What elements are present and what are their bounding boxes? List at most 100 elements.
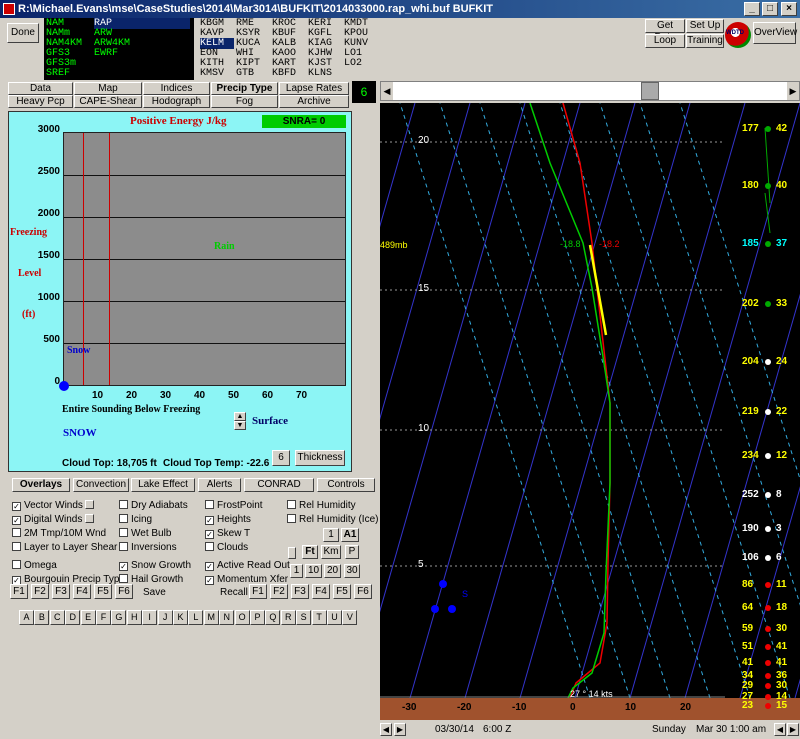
slider-left-arrow[interactable]: ◀ [381, 82, 393, 100]
tab-data[interactable]: Data [8, 82, 73, 95]
level-button-10[interactable]: 10 [305, 564, 322, 578]
checkbox-digital-winds[interactable]: ✓ Digital Winds [12, 514, 82, 525]
digital-winds-option[interactable] [85, 514, 94, 523]
level-button-20[interactable]: 20 [324, 564, 341, 578]
checkbox-box[interactable] [205, 500, 214, 509]
checkbox-box[interactable]: ✓ [12, 516, 21, 525]
letter-q-button[interactable]: Q [265, 610, 281, 625]
letter-r-button[interactable]: R [280, 610, 296, 625]
letter-c-button[interactable]: C [49, 610, 65, 625]
letter-e-button[interactable]: E [80, 610, 96, 625]
checkbox-box[interactable]: ✓ [12, 502, 21, 511]
tab-controls[interactable]: Controls [317, 478, 375, 492]
recall-f3-button[interactable]: F3 [291, 584, 309, 599]
checkbox-dry-adiabats[interactable]: Dry Adiabats [119, 500, 188, 511]
save-f3-button[interactable]: F3 [52, 584, 70, 599]
letter-v-button[interactable]: V [342, 610, 358, 625]
scroll-left-icon[interactable]: ◀ [380, 723, 392, 736]
tab-alerts[interactable]: Alerts [198, 478, 241, 492]
letter-h-button[interactable]: H [126, 610, 142, 625]
pressure-button[interactable]: P [345, 545, 359, 559]
vector-winds-option[interactable] [85, 500, 94, 509]
checkbox-omega[interactable]: Omega [12, 560, 57, 571]
checkbox-box[interactable] [119, 542, 128, 551]
checkbox-wet-bulb[interactable]: Wet Bulb [119, 528, 171, 539]
level-one-button[interactable]: 1 [323, 528, 339, 542]
checkbox-box[interactable] [205, 542, 214, 551]
down-arrow-icon[interactable]: ▼ [234, 421, 246, 430]
scroll-right-icon[interactable]: ▶ [394, 723, 406, 736]
scroll-right-icon[interactable]: ▶ [787, 723, 799, 736]
checkbox-clouds[interactable]: Clouds [205, 542, 248, 553]
checkbox-box[interactable] [119, 500, 128, 509]
maximize-button[interactable]: □ [762, 2, 778, 16]
checkbox-box[interactable] [287, 500, 296, 509]
checkbox-box[interactable] [12, 560, 21, 569]
slider-right-arrow[interactable]: ▶ [787, 82, 799, 100]
letter-p-button[interactable]: P [250, 610, 265, 625]
checkbox-layer-to-layer-shear[interactable]: Layer to Layer Shear [12, 542, 117, 553]
letter-j-button[interactable]: J [157, 610, 173, 625]
recall-f5-button[interactable]: F5 [333, 584, 351, 599]
tab-overlays[interactable]: Overlays [12, 478, 70, 492]
checkbox-rel-humidity[interactable]: Rel Humidity [287, 500, 356, 511]
setup-button[interactable]: Set Up [686, 19, 724, 33]
tab-convection[interactable]: Convection [73, 478, 129, 492]
station-item[interactable]: KBFD [272, 68, 296, 79]
loop-button[interactable]: Loop [645, 34, 685, 48]
station-list[interactable]: KBGM RME KROC KERI KMDT KAVP KSYR KBUF KGFL KPOU K… [197, 18, 387, 80]
checkbox-box[interactable]: ✓ [119, 562, 128, 571]
letter-t-button[interactable]: T [311, 610, 327, 625]
letter-k-button[interactable]: K [173, 610, 188, 625]
tab-precip-type[interactable]: Precip Type [211, 82, 278, 95]
close-button[interactable]: × [781, 2, 797, 16]
scroll-left-icon[interactable]: ◀ [774, 723, 786, 736]
tab-archive[interactable]: Archive [279, 95, 349, 108]
letter-u-button[interactable]: U [327, 610, 342, 625]
checkbox-2m-tmp-10m-wnd[interactable]: 2M Tmp/10M Wnd [12, 528, 106, 539]
checkbox-box[interactable] [119, 528, 128, 537]
recall-f6-button[interactable]: F6 [354, 584, 372, 599]
checkbox-inversions[interactable]: Inversions [119, 542, 177, 553]
letter-g-button[interactable]: G [111, 610, 127, 625]
letter-i-button[interactable]: I [142, 610, 158, 625]
get-data-button[interactable]: Get Data [645, 19, 685, 43]
letter-s-button[interactable]: S [296, 610, 312, 625]
level-button-1[interactable]: 1 [290, 564, 303, 578]
level-button[interactable]: 6 [272, 450, 290, 466]
tab-lapse-rates[interactable]: Lapse Rates [279, 82, 349, 95]
save-f4-button[interactable]: F4 [73, 584, 91, 599]
model-item[interactable]: EWRF [94, 48, 118, 59]
checkbox-box[interactable] [119, 574, 128, 583]
tab-conrad[interactable]: CONRAD [244, 478, 314, 492]
checkbox-box[interactable]: ✓ [205, 530, 214, 539]
tab-heavy-pcp[interactable]: Heavy Pcp [8, 95, 73, 108]
a1-button[interactable]: A1 [341, 528, 359, 542]
unit-left-button[interactable] [288, 547, 296, 559]
up-arrow-icon[interactable]: ▲ [234, 412, 246, 421]
tab-hodograph[interactable]: Hodograph [143, 95, 210, 108]
model-item[interactable]: SREF [46, 68, 70, 79]
checkbox-box[interactable] [287, 514, 296, 523]
checkbox-snow-growth[interactable]: ✓ Snow Growth [119, 560, 191, 571]
time-slider[interactable]: ◀ ▶ [380, 81, 800, 101]
model-list[interactable]: NAM NAMm NAM4KM GFS3 GFS3m SREF RAP ARW … [44, 18, 194, 80]
checkbox-box[interactable]: ✓ [205, 516, 214, 525]
done-button[interactable]: Done [7, 23, 39, 43]
tab-fog[interactable]: Fog [211, 95, 278, 108]
overview-button[interactable]: OverView [753, 22, 797, 44]
letter-o-button[interactable]: O [234, 610, 250, 625]
checkbox-box[interactable] [119, 514, 128, 523]
letter-a-button[interactable]: A [19, 610, 34, 625]
letter-n-button[interactable]: N [219, 610, 235, 625]
checkbox-heights[interactable]: ✓ Heights [205, 514, 251, 525]
station-item[interactable]: LO2 [344, 58, 362, 69]
checkbox-skew-t[interactable]: ✓ Skew T [205, 528, 250, 539]
tab-indices[interactable]: Indices [143, 82, 210, 95]
checkbox-icing[interactable]: Icing [119, 514, 152, 525]
km-button[interactable]: Km [321, 545, 341, 559]
slider-thumb[interactable] [641, 82, 659, 100]
letter-m-button[interactable]: M [203, 610, 219, 625]
training-button[interactable]: Training [686, 34, 724, 48]
minimize-button[interactable]: _ [744, 2, 760, 16]
